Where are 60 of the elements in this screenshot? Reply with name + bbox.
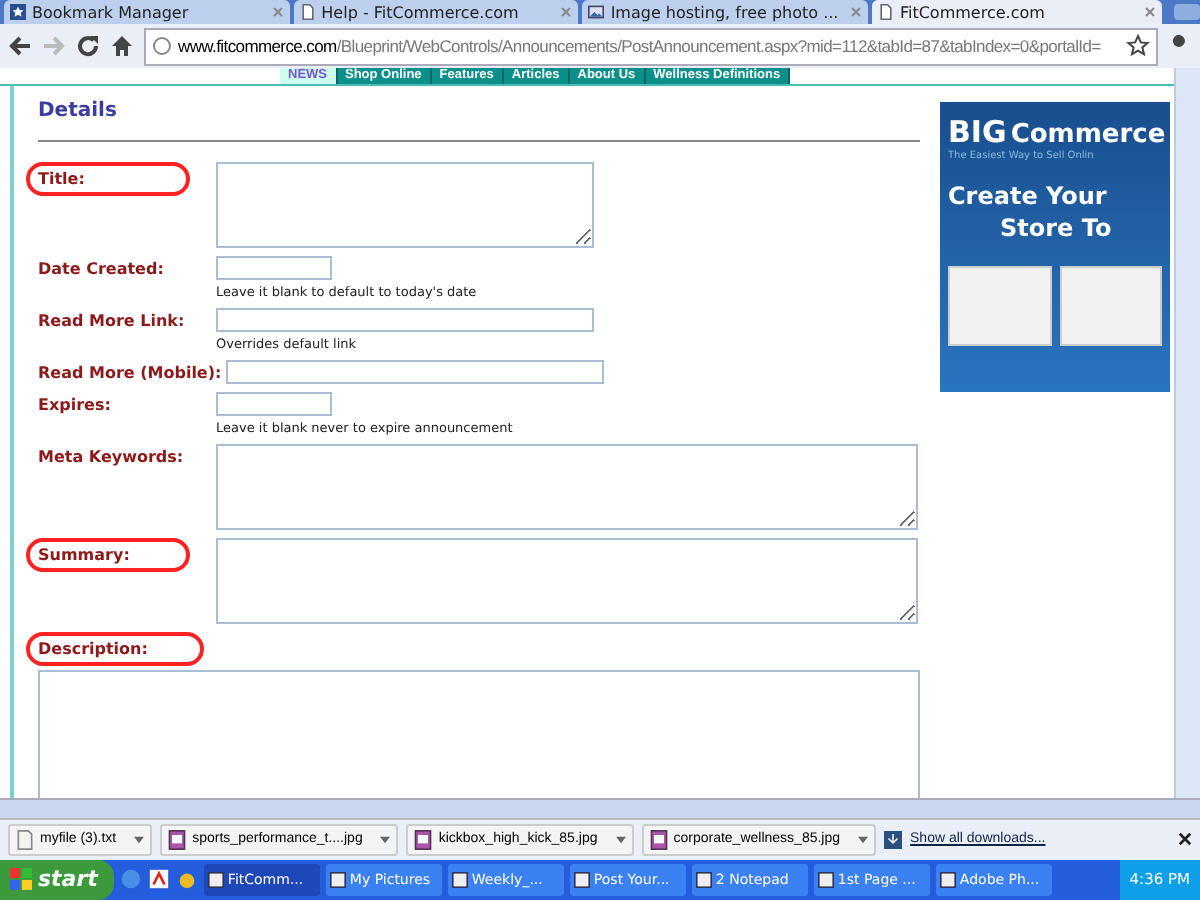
- section-heading: Details: [38, 100, 119, 123]
- document-icon[interactable]: [147, 868, 170, 891]
- back-icon[interactable]: [8, 34, 32, 59]
- vertical-scrollbar[interactable]: [1174, 68, 1200, 799]
- field-label: Summary:: [26, 538, 190, 573]
- field-label: Title:: [26, 162, 190, 197]
- field-label: Date Created:: [38, 258, 166, 279]
- field-label: Meta Keywords:: [38, 446, 186, 467]
- download-icon: [884, 829, 903, 850]
- text-area[interactable]: [216, 444, 918, 531]
- browser-tab[interactable]: Help - FitCommerce.com: [293, 0, 579, 24]
- forward-icon[interactable]: [42, 34, 66, 59]
- image-icon: [588, 4, 605, 20]
- field-label: Read More (Mobile):: [38, 362, 224, 383]
- ad-headline: Create Your: [948, 182, 1109, 211]
- window-icon: [207, 871, 224, 888]
- address-bar[interactable]: www.fitcommerce.com/Blueprint/WebControls/Announcements/PostAnnouncement.aspx?mid=112&tabId=87&tabIndex=0&portalId=: [144, 27, 1158, 66]
- caret-icon[interactable]: [134, 835, 145, 844]
- app-icon[interactable]: [175, 868, 198, 891]
- window-icon: [573, 871, 590, 888]
- star-icon[interactable]: [1126, 34, 1150, 59]
- field-label: Expires:: [38, 394, 113, 415]
- globe-icon: [152, 36, 172, 57]
- input-field[interactable]: [225, 360, 604, 385]
- windows-logo-icon: [10, 868, 32, 891]
- window-icon: [695, 871, 712, 888]
- browser-tab[interactable]: Bookmark Manager: [4, 0, 290, 24]
- description-editor[interactable]: [38, 670, 920, 799]
- ad-headline: Store To: [998, 214, 1114, 243]
- input-field[interactable]: [216, 308, 594, 333]
- new-tab-button[interactable]: [1173, 4, 1200, 20]
- star-icon: [10, 4, 26, 20]
- browser-tab[interactable]: FitCommerce.com: [871, 0, 1162, 24]
- caret-icon[interactable]: [615, 835, 626, 844]
- image-file-icon: [168, 829, 187, 850]
- image-file-icon: [649, 829, 668, 850]
- window-icon: [939, 871, 956, 888]
- field-label: Description:: [26, 632, 204, 667]
- start-button[interactable]: start: [0, 859, 114, 900]
- horizontal-scrollbar[interactable]: [0, 798, 1200, 818]
- caret-icon[interactable]: [858, 835, 869, 844]
- reload-icon[interactable]: [76, 34, 100, 59]
- home-icon[interactable]: [110, 34, 134, 59]
- window-icon: [817, 871, 834, 888]
- input-field[interactable]: [216, 256, 332, 281]
- text-area[interactable]: [216, 538, 918, 625]
- text-file-icon: [16, 829, 34, 850]
- page-icon: [299, 4, 316, 20]
- page-icon: [877, 4, 894, 20]
- caret-icon[interactable]: [380, 835, 391, 844]
- window-icon: [451, 871, 468, 888]
- ad-brand-text: Commerce: [1010, 120, 1166, 151]
- browser-tab[interactable]: Image hosting, free photo ...: [582, 0, 868, 24]
- input-field[interactable]: [216, 392, 332, 417]
- text-area[interactable]: [216, 162, 594, 249]
- window-icon: [329, 871, 346, 888]
- field-label: Read More Link:: [38, 310, 187, 331]
- ad-logo-text: BIG: [948, 114, 1007, 151]
- close-icon[interactable]: [1178, 832, 1192, 847]
- image-file-icon: [414, 829, 433, 850]
